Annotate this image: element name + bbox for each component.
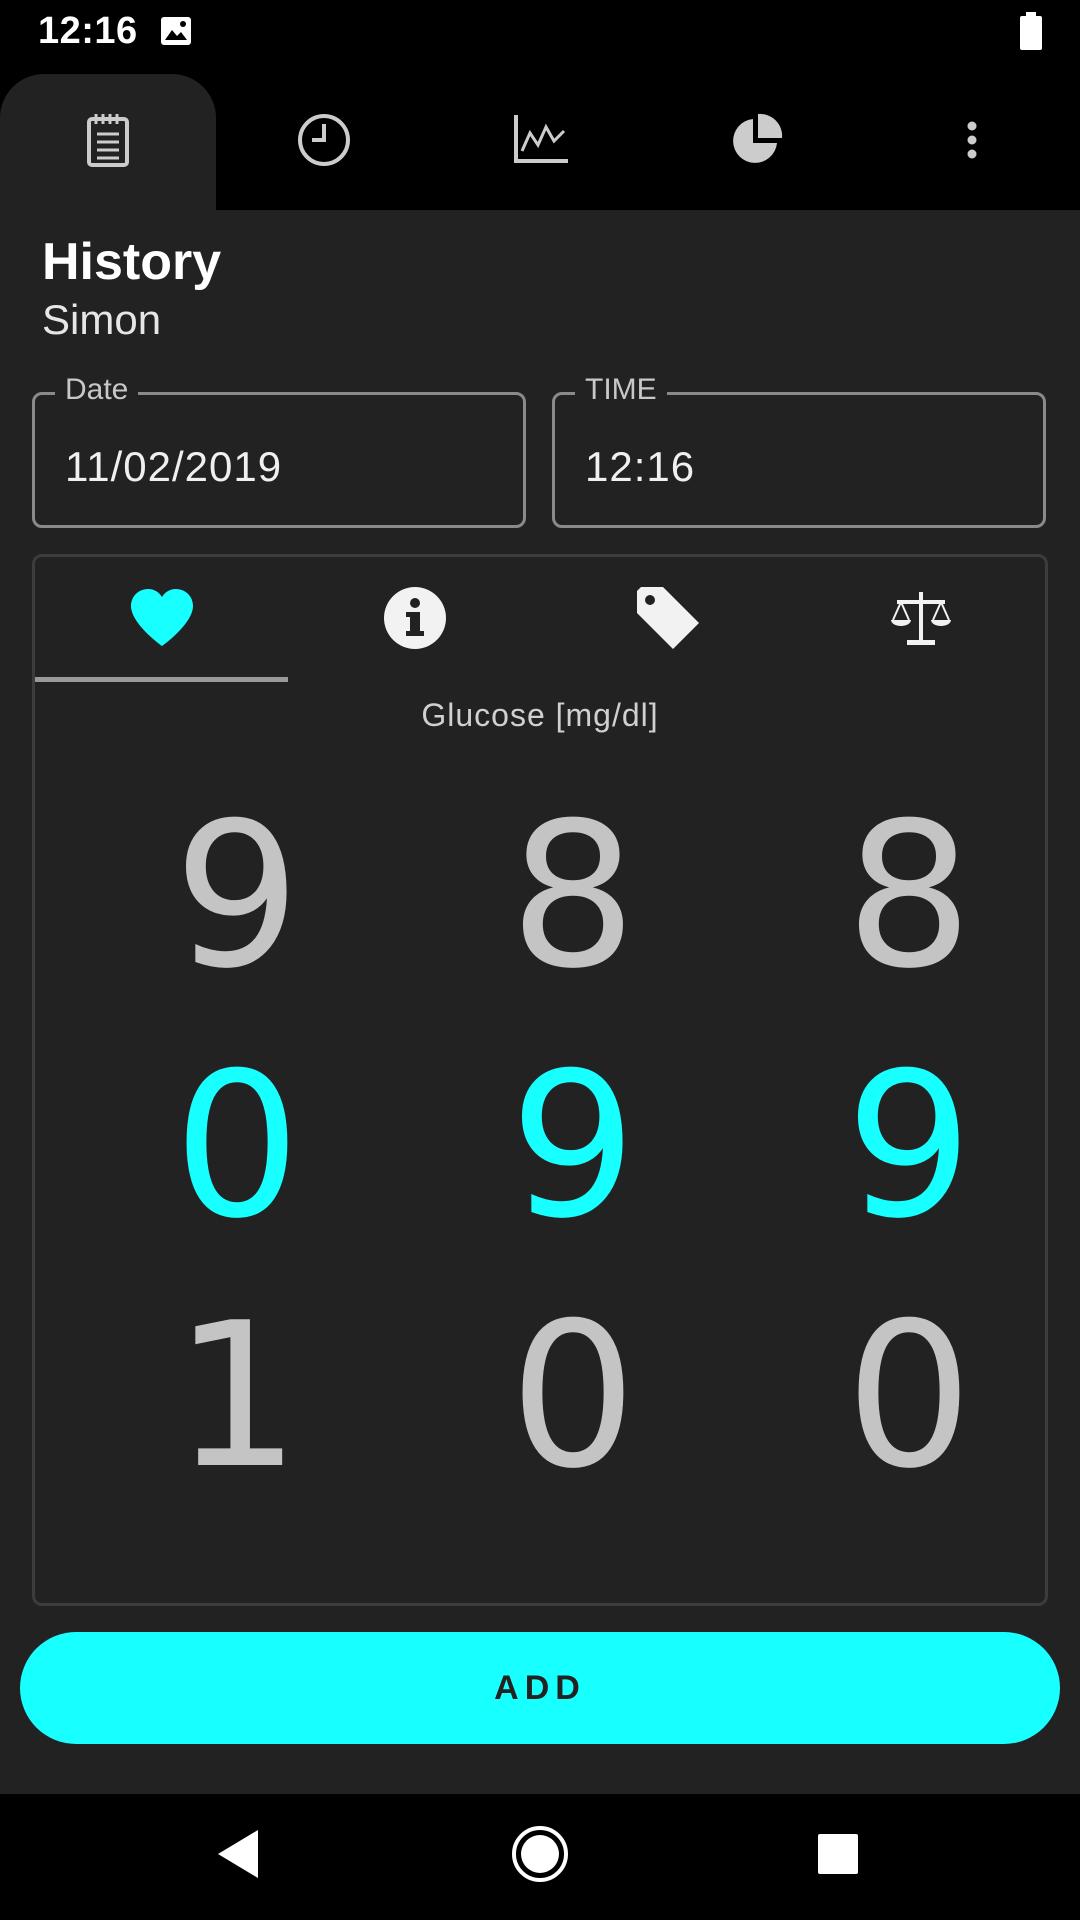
pie-chart-icon: [729, 113, 783, 172]
time-field-label: TIME: [575, 373, 667, 407]
time-field-value: 12:16: [585, 443, 696, 490]
top-tab-bar: [0, 64, 1080, 210]
digit-picker-units[interactable]: 8 9 0: [741, 557, 1045, 1603]
add-button[interactable]: ADD: [20, 1632, 1060, 1744]
tab-history[interactable]: [0, 74, 216, 210]
picker-digit-below: 0: [845, 1280, 973, 1513]
picker-digit-above: 8: [509, 780, 637, 1013]
picker-digit-selected: 9: [845, 1030, 973, 1263]
status-bar: 12:16: [0, 0, 1080, 64]
time-field[interactable]: TIME 12:16: [552, 373, 1046, 528]
home-icon[interactable]: [510, 1824, 570, 1889]
clock-icon: [296, 112, 352, 173]
more-vert-icon: [966, 120, 978, 165]
status-time: 12:16: [38, 10, 138, 52]
more-options-button[interactable]: [864, 74, 1080, 210]
tab-chart[interactable]: [432, 74, 648, 210]
picker-digit-below: 0: [509, 1280, 637, 1513]
digit-picker-hundreds[interactable]: 9 0 1: [69, 557, 405, 1603]
main-content: History Simon Date 11/02/2019 TIME 12:16: [0, 210, 1080, 1794]
date-field-label: Date: [55, 373, 139, 407]
digit-picker-tens[interactable]: 8 9 0: [405, 557, 741, 1603]
page-title: History: [42, 233, 222, 291]
image-icon: [160, 16, 192, 51]
picker-digit-selected: 0: [173, 1030, 301, 1263]
picker-digit-below: 1: [173, 1280, 301, 1513]
recents-icon[interactable]: [814, 1824, 862, 1889]
tab-statistics[interactable]: [648, 74, 864, 210]
system-nav-bar: [0, 1794, 1080, 1920]
picker-digit-above: 8: [845, 780, 973, 1013]
date-field-value: 11/02/2019: [65, 443, 283, 490]
page-subtitle: Simon: [42, 296, 162, 343]
measurement-card: Glucose [mg/dl] 9 0 1 8 9 0 8 9 0: [32, 554, 1048, 1606]
picker-digit-above: 9: [173, 780, 301, 1013]
date-field[interactable]: Date 11/02/2019: [32, 373, 526, 528]
picker-digit-selected: 9: [509, 1030, 637, 1263]
battery-icon: [1018, 12, 1044, 55]
back-icon[interactable]: [214, 1824, 260, 1889]
line-chart-icon: [512, 114, 568, 170]
tab-timeline[interactable]: [216, 74, 432, 210]
notepad-icon: [86, 112, 130, 173]
